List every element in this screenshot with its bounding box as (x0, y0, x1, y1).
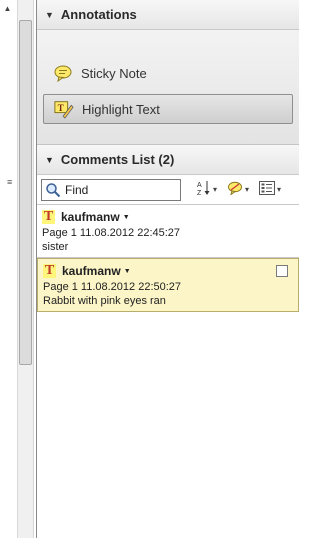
annotations-title: Annotations (60, 7, 137, 22)
comment-item[interactable]: T kaufmanw ▼ Page 1 11.08.2012 22:45:27 … (37, 205, 299, 258)
text-highlight-icon: T (43, 263, 56, 278)
highlight-text-label: Highlight Text (82, 101, 160, 117)
comments-toolbar: Find A Z ▾ ▾ ▾ (37, 175, 299, 205)
highlight-text-tool[interactable]: T Highlight Text (43, 94, 293, 124)
comment-panel: ▼ Annotations Sticky Note T Highlight Te… (36, 0, 299, 538)
resize-grip-icon[interactable]: ≡ (7, 178, 12, 187)
collapse-triangle-icon: ▼ (45, 154, 54, 165)
scrollbar-thumb[interactable] (19, 20, 32, 365)
svg-text:A: A (197, 182, 202, 189)
options-button[interactable]: ▾ (259, 181, 281, 198)
sort-icon: A Z (197, 180, 211, 199)
filter-comment-icon (227, 181, 243, 198)
svg-text:T: T (58, 103, 64, 113)
search-icon (45, 182, 61, 198)
comment-author[interactable]: kaufmanw (62, 264, 121, 278)
comment-text: Rabbit with pink eyes ran (43, 295, 166, 307)
comment-meta: Page 1 11.08.2012 22:50:27 (43, 281, 182, 293)
annotations-tools: Sticky Note T Highlight Text (37, 30, 299, 145)
scroll-up-arrow-icon[interactable]: ▲ (0, 0, 15, 17)
chevron-down-icon[interactable]: ▼ (123, 214, 130, 221)
comment-author[interactable]: kaufmanw (61, 210, 120, 224)
comment-text: sister (42, 241, 69, 253)
highlight-text-icon: T (54, 99, 74, 119)
collapse-triangle-icon: ▼ (45, 9, 54, 20)
sticky-note-tool[interactable]: Sticky Note (51, 63, 147, 83)
chevron-down-icon[interactable]: ▼ (124, 268, 131, 275)
chevron-down-icon: ▾ (213, 185, 218, 194)
filter-button[interactable]: ▾ (227, 181, 249, 198)
find-input[interactable]: Find (41, 178, 181, 201)
left-scrollbar-area: ▲ ≡ (0, 0, 36, 538)
scrollbar-track[interactable] (17, 0, 34, 538)
annotations-header[interactable]: ▼ Annotations (37, 0, 299, 30)
list-options-icon (259, 181, 276, 198)
comment-item-selected[interactable]: T kaufmanw ▼ Page 1 11.08.2012 22:50:27 … (37, 258, 299, 312)
sticky-note-icon (53, 63, 73, 83)
comment-meta: Page 1 11.08.2012 22:45:27 (42, 227, 181, 239)
chevron-down-icon: ▾ (245, 185, 250, 194)
text-highlight-icon: T (42, 209, 55, 224)
comments-list-header[interactable]: ▼ Comments List (2) (37, 145, 299, 175)
svg-text:Z: Z (197, 190, 202, 196)
find-label: Find (65, 182, 89, 197)
comments-list-title: Comments List (2) (60, 152, 175, 167)
chevron-down-icon: ▾ (277, 185, 282, 194)
comment-checkbox[interactable] (276, 265, 288, 277)
sticky-note-label: Sticky Note (81, 65, 147, 81)
sort-button[interactable]: A Z ▾ (197, 180, 217, 199)
